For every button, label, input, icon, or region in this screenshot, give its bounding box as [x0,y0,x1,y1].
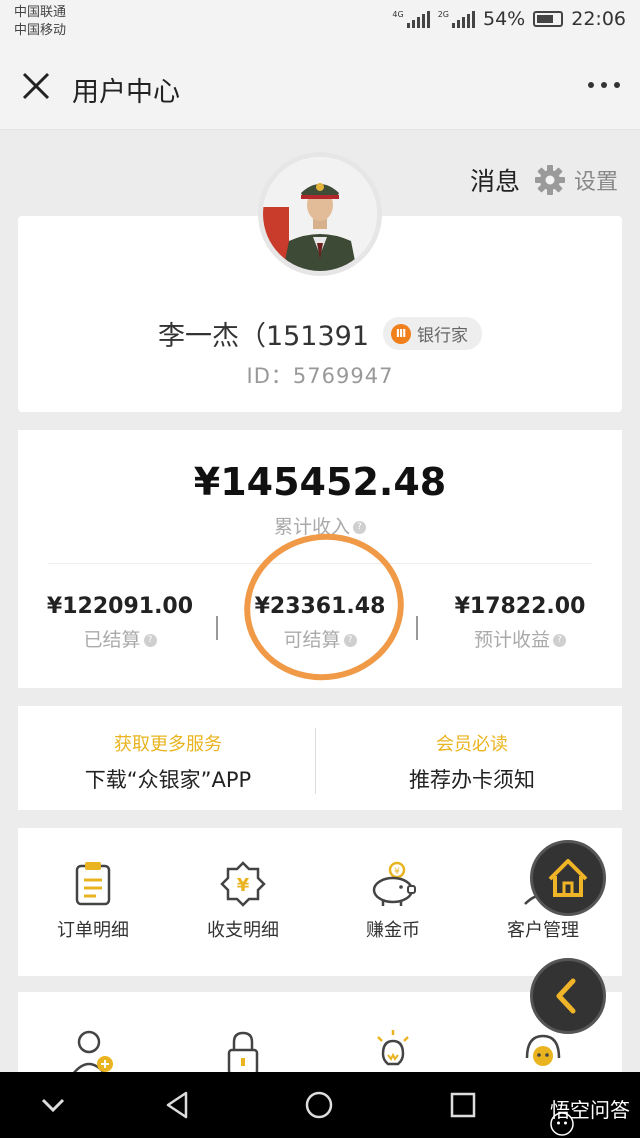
menu-label: 订单明细 [57,920,129,941]
watermark-logo-icon [550,1112,574,1136]
promo-highlight: 会员必读 [436,734,508,755]
stat-separator [416,616,418,640]
highlight-circle-annotation [232,521,416,693]
yen-badge-icon: ¥ [220,861,266,907]
settings-link[interactable]: 设置 [534,164,618,196]
menu-item-tips[interactable] [318,1028,468,1076]
promo-download-app[interactable]: 获取更多服务 下载“众银家”APP [18,730,318,794]
user-line: 李一杰（151391 Ⅲ 银行家 [18,314,622,353]
promo-text: 推荐办卡须知 [409,768,535,792]
clipboard-icon [75,862,111,906]
promo-separator [315,728,316,794]
carrier-1: 中国联通 [14,5,67,20]
watermark: 悟空问答 [550,1094,630,1136]
stat-label: 预计收益? [430,625,610,652]
level-badge-label: 银行家 [417,326,469,346]
back-fab-button[interactable] [530,958,606,1034]
home-circle-icon[interactable] [304,1090,334,1120]
stat-settled: ¥122091.00 已结算? [30,594,210,652]
user-name: 李一杰（151391 [157,321,370,352]
promo-member-notice[interactable]: 会员必读 推荐办卡须知 [322,730,622,794]
lock-icon [227,1031,259,1076]
avatar[interactable] [258,152,382,276]
gear-icon [534,165,565,195]
carrier-2: 中国移动 [14,23,67,38]
menu-label: 赚金币 [366,920,420,941]
signal-1-icon: 4G [392,10,430,28]
svg-text:¥: ¥ [237,875,250,896]
help-icon[interactable]: ? [143,634,157,647]
messages-link[interactable]: 消息 [470,162,520,198]
promo-highlight: 获取更多服务 [114,734,222,755]
status-indicators: 4G 2G 54% 22:06 [392,8,626,30]
help-icon[interactable]: ? [353,521,366,534]
stat-amount: ¥17822.00 [454,594,586,619]
chevron-down-icon[interactable] [38,1090,68,1120]
promo-card: 获取更多服务 下载“众银家”APP 会员必读 推荐办卡须知 [18,706,622,810]
stat-expected: ¥17822.00 预计收益? [430,594,610,652]
menu-item-invite[interactable] [18,1028,168,1076]
menu-label: 收支明细 [207,920,279,941]
signal-2-icon: 2G [438,10,475,28]
stat-label: 已结算? [30,625,210,652]
recent-apps-icon[interactable] [448,1090,478,1120]
top-links: 消息 设置 [470,162,618,198]
stat-amount: ¥122091.00 [46,594,194,619]
clock: 22:06 [571,8,626,30]
headset-icon [525,1034,561,1066]
user-id: ID：5769947 [246,364,394,388]
menu-label: 客户管理 [507,920,579,941]
battery-percent: 54% [483,8,526,30]
stat-separator [216,616,218,640]
battery-icon [533,11,564,27]
menu-item-support[interactable] [468,1028,618,1076]
help-icon[interactable]: ? [553,634,566,647]
promo-text: 下载“众银家”APP [84,768,252,792]
menu-item-orders[interactable]: 订单明细 [18,860,168,942]
home-icon [548,859,588,897]
close-icon[interactable] [18,68,54,104]
piggy-bank-icon: ¥ [372,861,416,906]
svg-text:¥: ¥ [394,867,400,877]
carrier-info: 中国联通 中国移动 [14,4,66,40]
menu-card: 订单明细 ¥ 收支明细 ¥ 赚金币 客户管理 [18,828,622,976]
settings-label: 设置 [573,170,618,195]
menu-item-security[interactable] [168,1028,318,1076]
level-badge: Ⅲ 银行家 [383,317,483,350]
back-triangle-icon[interactable] [162,1090,192,1120]
lightbulb-icon [377,1030,409,1066]
page-title: 用户中心 [72,77,180,108]
avatar-photo [263,157,377,271]
income-card: ¥145452.48 累计收入? ¥122091.00 已结算? ¥23361.… [18,430,622,693]
status-bar: 中国联通 中国移动 4G 2G 54% 22:06 [0,0,640,44]
menu-item-transactions[interactable]: ¥ 收支明细 [168,860,318,942]
menu-item-earn-coins[interactable]: ¥ 赚金币 [318,860,468,942]
add-user-icon [72,1030,113,1075]
more-icon[interactable] [588,82,620,88]
income-total: ¥145452.48 [193,460,447,504]
nav-bar: 用户中心 [0,44,640,130]
system-nav-bar: 悟空问答 [0,1072,640,1138]
chevron-left-icon [556,978,576,1014]
home-fab-button[interactable] [530,840,606,916]
level-icon: Ⅲ [391,323,412,344]
